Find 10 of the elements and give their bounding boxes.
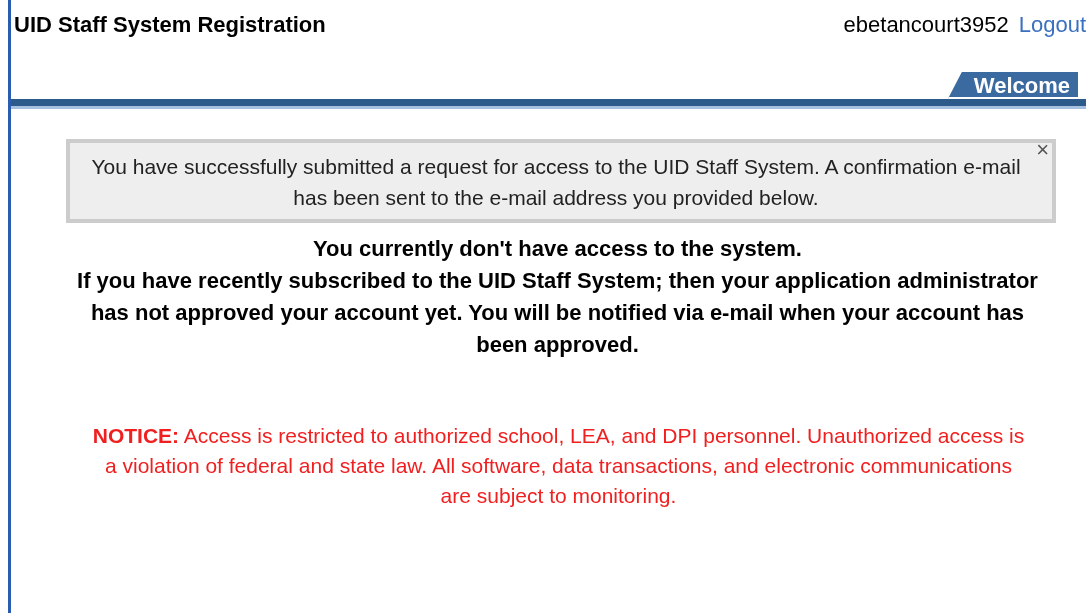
access-message: You currently don't have access to the system. xyxy=(312,235,803,263)
page-title: UID Staff System Registration xyxy=(14,12,326,38)
notice-text: NOTICE: Access is restricted to authorized school, LEA, and DPI personnel. Unauthorized access is a violation of federal and state law. All software, data transactions, and electronic communications are subject to monitoring. xyxy=(91,423,1026,509)
access-message: has not approved your account yet. You will be notified via e-mail when your account has been approved. xyxy=(89,299,1026,359)
alert-message: You have successfully submitted a request for access to the UID Staff System. A confirmation e-mail has been sent to the e-mail address you provided below. xyxy=(91,155,1021,209)
access-message: If you have recently subscribed to the UID Staff System; then your application administrator xyxy=(76,267,1039,295)
username: ebetancourt3952 xyxy=(843,12,1009,38)
welcome-tab[interactable]: Welcome xyxy=(947,72,1078,99)
close-button[interactable]: × xyxy=(1036,137,1049,163)
logout-link[interactable]: Logout xyxy=(1018,12,1086,38)
